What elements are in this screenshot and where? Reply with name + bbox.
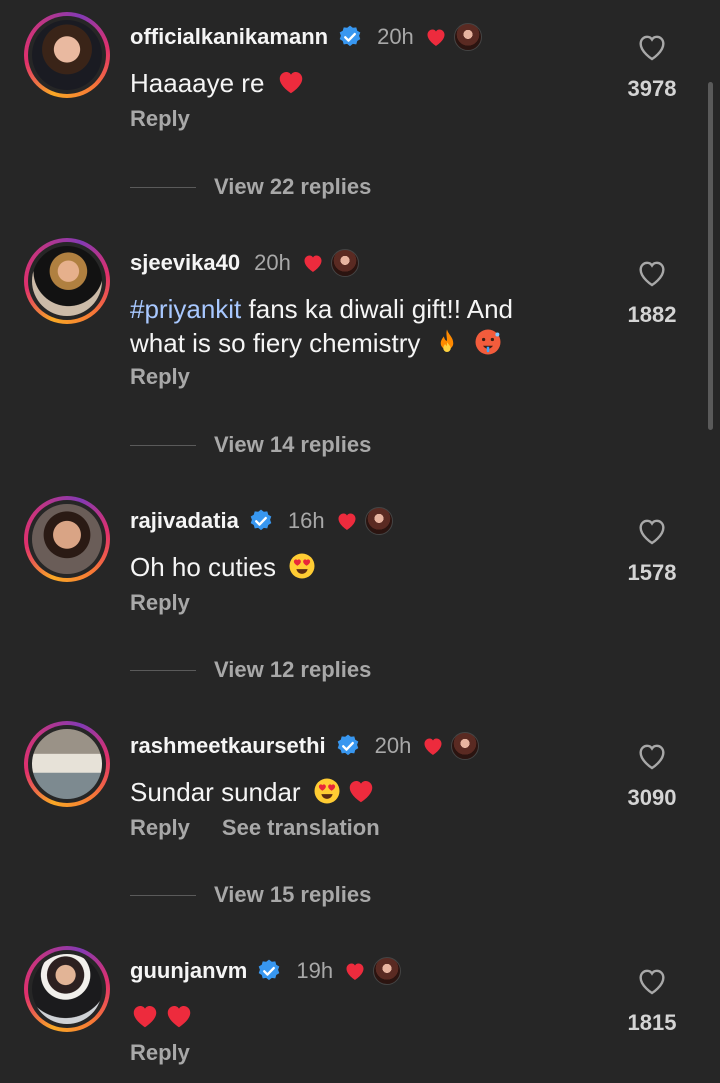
like-group: 3090: [612, 739, 692, 811]
verified-badge-icon: [339, 25, 361, 47]
view-replies-label: View 22 replies: [214, 174, 372, 199]
creator-liked-heart-icon: [338, 513, 356, 530]
like-heart-icon[interactable]: [635, 964, 669, 998]
reply-button[interactable]: Reply: [130, 364, 190, 390]
avatar-story-ring[interactable]: [24, 496, 110, 582]
like-heart-icon[interactable]: [635, 739, 669, 773]
avatar-story-ring[interactable]: [24, 238, 110, 324]
reply-button[interactable]: Reply: [130, 1040, 190, 1066]
like-heart-icon[interactable]: [635, 30, 669, 64]
red-heart-emoji-icon: [279, 72, 302, 94]
view-replies-button[interactable]: View 14 replies: [130, 432, 371, 458]
red-heart-emoji-icon: [133, 1006, 157, 1028]
creator-avatar: [330, 249, 359, 277]
fire-emoji-icon: [440, 329, 453, 352]
view-replies-button[interactable]: View 12 replies: [130, 657, 371, 683]
comment-text: Oh ho cuties: [130, 550, 570, 584]
verified-badge-icon: [259, 959, 280, 981]
reply-button[interactable]: Reply: [130, 106, 190, 132]
like-count: 3090: [627, 785, 677, 810]
comment-text: Sundar sundar: [130, 775, 570, 809]
hot-face-emoji-icon: [475, 329, 501, 355]
username[interactable]: sjeevika40: [130, 250, 240, 276]
creator-avatar: [373, 957, 402, 985]
avatar-story-ring[interactable]: [24, 946, 110, 1032]
creator-liked-heart-icon: [427, 29, 445, 46]
avatar: [32, 504, 102, 574]
heart-eyes-emoji-icon: [289, 553, 315, 579]
verified-badge-icon: [337, 734, 358, 756]
like-count: 1815: [627, 1010, 677, 1035]
creator-liked-heart-icon: [304, 255, 322, 272]
comment-time: 20h: [254, 250, 291, 275]
username[interactable]: guunjanvm: [130, 958, 247, 984]
like-group: 1882: [612, 256, 692, 328]
comment-text: [130, 1000, 570, 1034]
view-replies-label: View 15 replies: [214, 882, 372, 907]
heart-eyes-emoji-icon: [314, 778, 340, 804]
comment-time: 19h: [296, 958, 334, 983]
like-count: 1882: [627, 302, 677, 327]
red-heart-emoji-icon: [349, 781, 373, 803]
creator-liked-heart-icon: [346, 963, 364, 980]
comment-text: #priyankit fans ka diwali gift!! And wha…: [130, 294, 513, 358]
like-group: 1578: [612, 514, 692, 586]
comment-text: Haaaaye re: [130, 66, 570, 100]
view-replies-label: View 14 replies: [214, 432, 372, 457]
comment-time: 16h: [287, 508, 325, 533]
creator-avatar: [453, 23, 482, 51]
divider-line: [130, 186, 196, 188]
avatar-story-ring[interactable]: [24, 721, 110, 807]
like-heart-icon[interactable]: [635, 514, 669, 548]
avatar: [32, 246, 102, 316]
avatar: [32, 20, 102, 90]
like-count: 3978: [627, 76, 677, 101]
view-replies-button[interactable]: View 22 replies: [130, 174, 371, 200]
avatar-story-ring[interactable]: [24, 12, 110, 98]
like-group: 3978: [612, 30, 692, 102]
avatar: [32, 954, 102, 1024]
divider-line: [130, 444, 196, 446]
comment-time: 20h: [374, 733, 412, 758]
verified-badge-icon: [250, 509, 272, 531]
like-heart-icon[interactable]: [635, 256, 669, 290]
scrollbar[interactable]: [708, 82, 713, 430]
username[interactable]: rajivadatia: [130, 508, 239, 534]
creator-avatar: [364, 507, 393, 535]
like-group: 1815: [612, 964, 692, 1036]
username[interactable]: officialkanikamann: [130, 24, 328, 50]
view-replies-label: View 12 replies: [214, 657, 372, 682]
divider-line: [130, 894, 196, 896]
view-replies-button[interactable]: View 15 replies: [130, 882, 371, 908]
creator-liked-heart-icon: [424, 738, 442, 755]
username[interactable]: rashmeetkaursethi: [130, 733, 326, 759]
comment-time: 20h: [377, 24, 414, 49]
reply-button[interactable]: Reply: [130, 815, 190, 841]
see-translation-button[interactable]: See translation: [222, 815, 380, 841]
divider-line: [130, 669, 196, 671]
red-heart-emoji-icon: [167, 1006, 191, 1028]
like-count: 1578: [627, 560, 677, 585]
creator-avatar: [451, 732, 480, 760]
reply-button[interactable]: Reply: [130, 590, 190, 616]
hashtag-link[interactable]: #priyankit: [130, 294, 241, 324]
avatar: [32, 729, 102, 799]
